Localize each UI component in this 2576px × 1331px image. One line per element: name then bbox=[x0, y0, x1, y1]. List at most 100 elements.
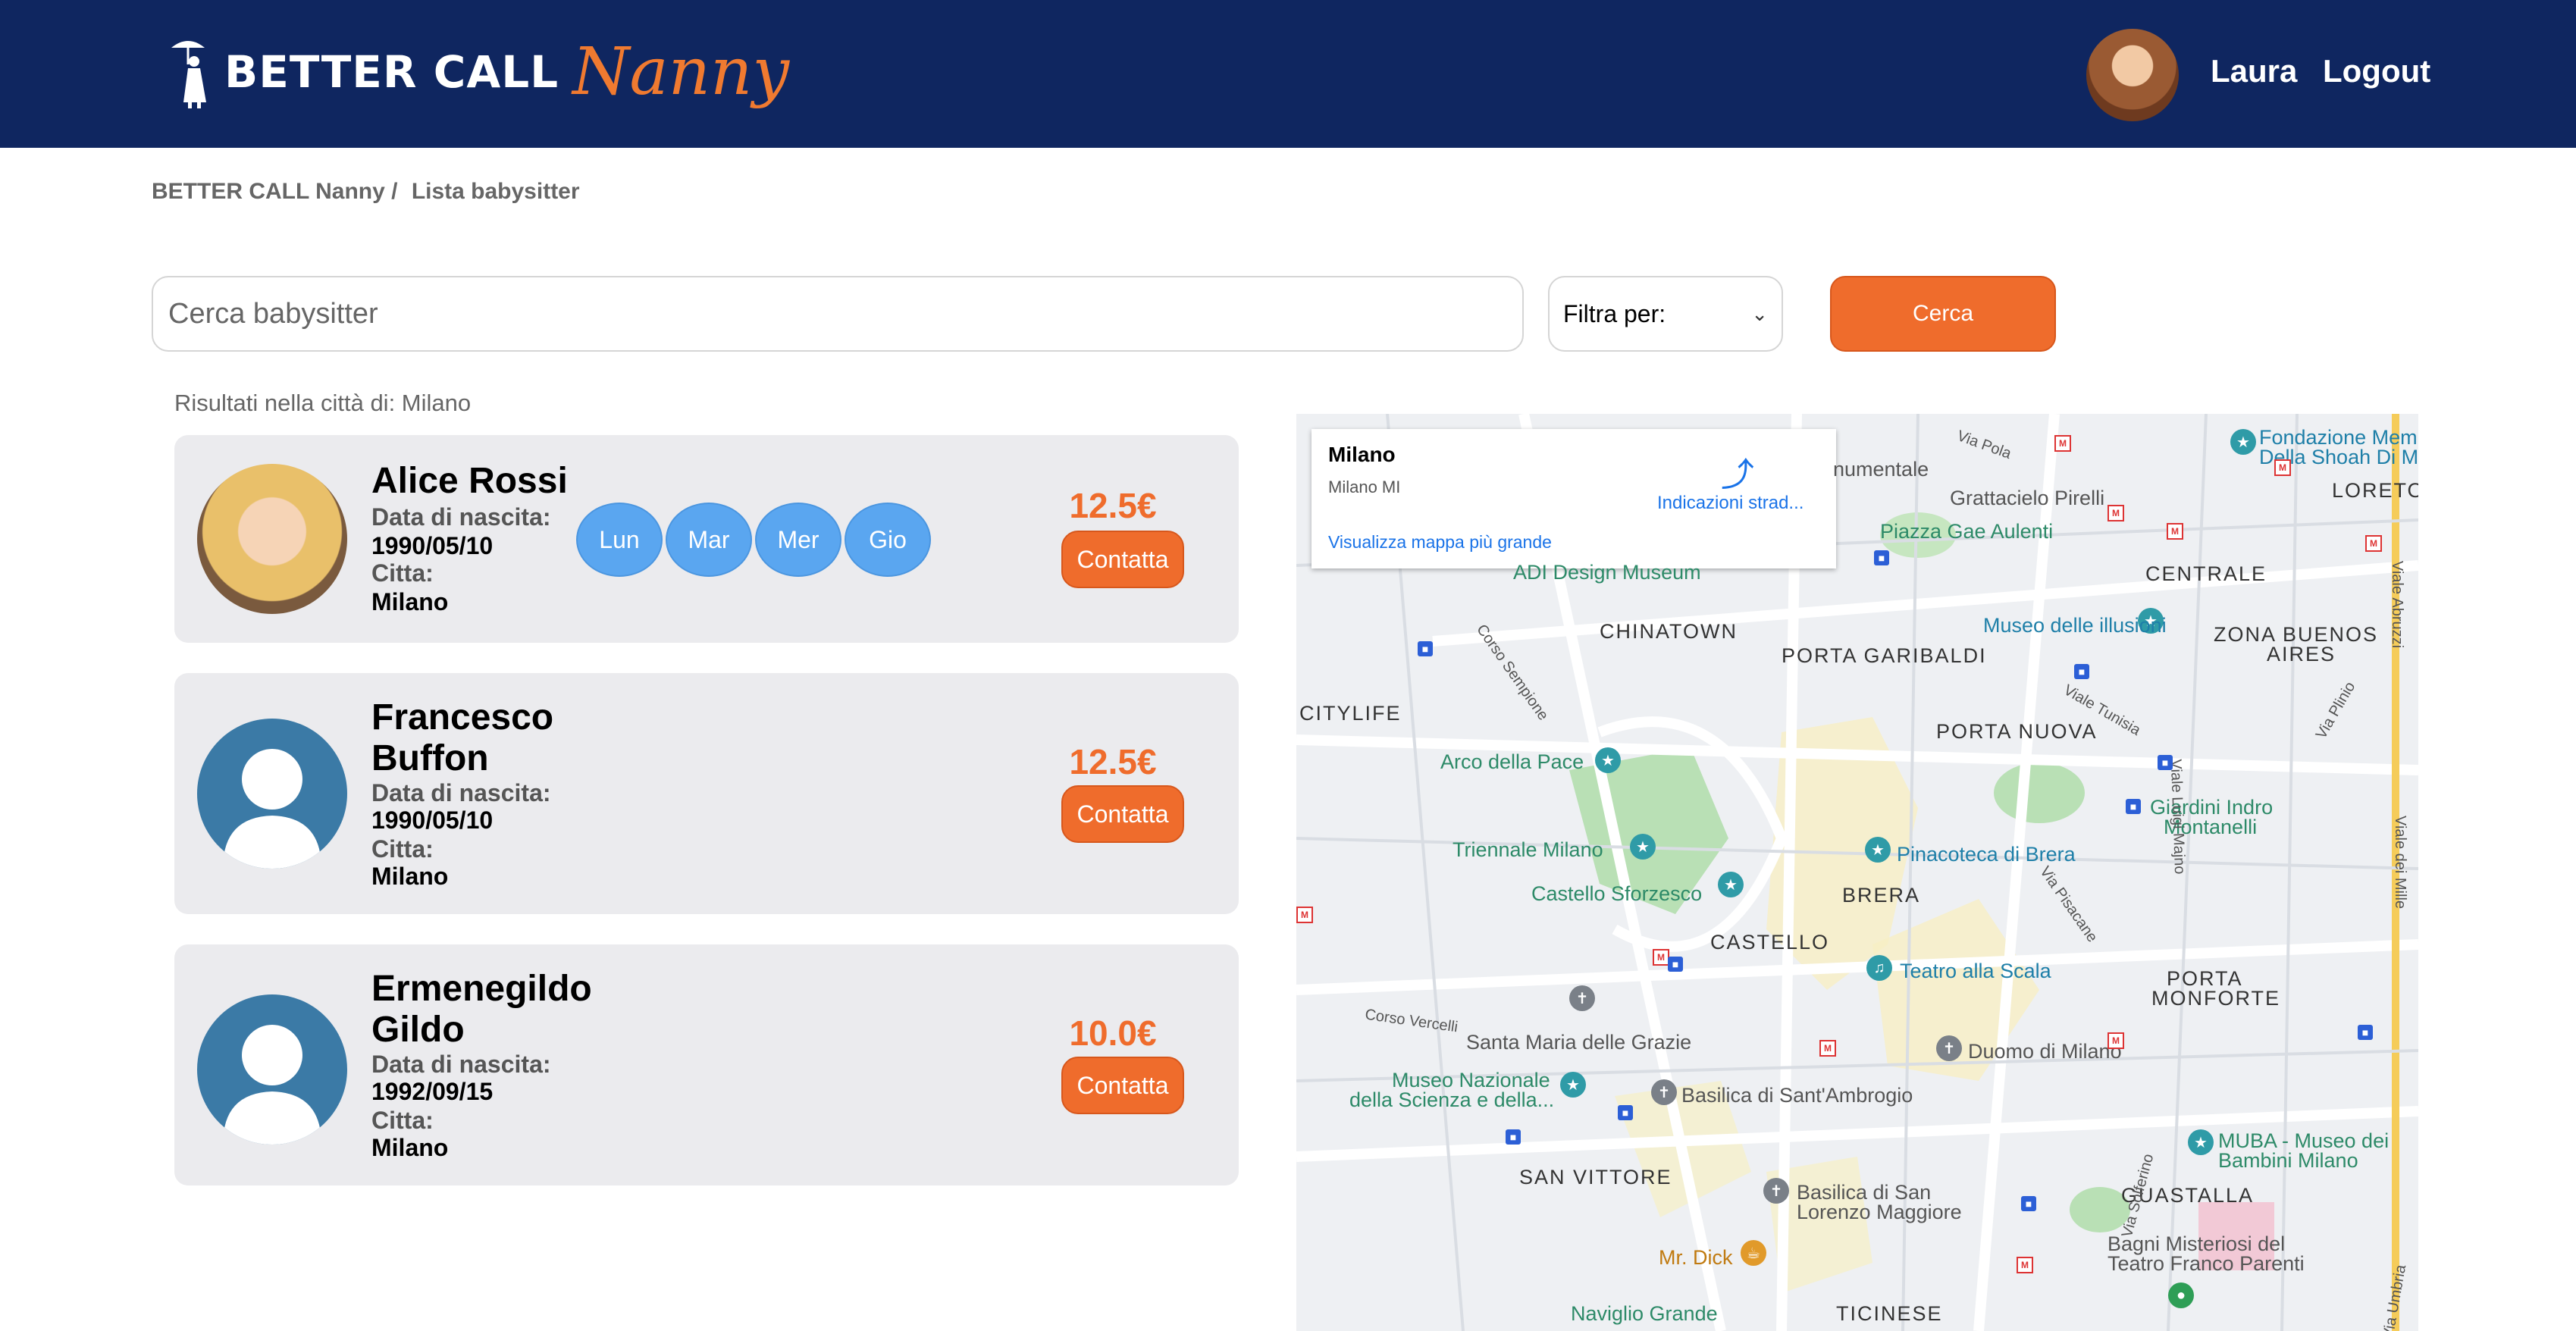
user-name-link[interactable]: Laura bbox=[2211, 53, 2297, 89]
landmark-pin-icon[interactable]: ★ bbox=[1595, 747, 1621, 773]
music-pin-icon[interactable]: ♫ bbox=[1866, 955, 1892, 981]
metro-station-icon[interactable]: M bbox=[2017, 1257, 2033, 1273]
map-district-label: MONFORTE bbox=[2151, 987, 2280, 1010]
metro-station-icon[interactable]: M bbox=[1819, 1040, 1836, 1057]
breadcrumb-home[interactable]: BETTER CALL Nanny / bbox=[152, 179, 397, 204]
map-poi-label: Bambini Milano bbox=[2218, 1149, 2358, 1172]
metro-station-icon[interactable]: M bbox=[1653, 949, 1669, 966]
map-district-label: LORETO bbox=[2332, 479, 2418, 502]
museum-pin-icon[interactable]: ★ bbox=[2188, 1129, 2214, 1155]
map-poi-label: Basilica di Sant'Ambrogio bbox=[1681, 1084, 1913, 1107]
restaurant-pin-icon[interactable]: ☕ bbox=[1741, 1240, 1766, 1266]
city-label: Citta: bbox=[371, 835, 434, 863]
user-avatar[interactable] bbox=[2086, 29, 2179, 121]
bus-stop-icon[interactable]: ■ bbox=[1506, 1129, 1521, 1145]
church-pin-icon[interactable]: ✝ bbox=[1569, 985, 1595, 1011]
bus-stop-icon[interactable]: ■ bbox=[1618, 1105, 1633, 1120]
contact-button[interactable]: Contatta bbox=[1061, 1057, 1184, 1114]
day-badge: Mer bbox=[755, 503, 841, 577]
map-poi-label: Lorenzo Maggiore bbox=[1797, 1201, 1962, 1223]
bus-stop-icon[interactable]: ■ bbox=[2126, 799, 2141, 814]
museum-pin-icon[interactable]: ★ bbox=[1865, 837, 1891, 863]
church-pin-icon[interactable]: ✝ bbox=[1651, 1079, 1677, 1105]
view-larger-map-link[interactable]: Visualizza mappa più grande bbox=[1328, 532, 1552, 553]
map-poi-label: Santa Maria delle Grazie bbox=[1466, 1031, 1692, 1054]
bus-stop-icon[interactable]: ■ bbox=[2074, 664, 2089, 679]
birth-date-label: Data di nascita: bbox=[371, 1051, 551, 1078]
map-district-label: TICINESE bbox=[1836, 1302, 1943, 1325]
metro-station-icon[interactable]: M bbox=[1296, 907, 1313, 923]
metro-station-icon[interactable]: M bbox=[2274, 459, 2291, 476]
babysitter-avatar bbox=[197, 719, 347, 869]
birth-date-label: Data di nascita: bbox=[371, 503, 551, 531]
filter-select-label: Filtra per: bbox=[1563, 299, 1666, 327]
bus-stop-icon[interactable]: ■ bbox=[1874, 550, 1889, 565]
map-poi-label: Grattacielo Pirelli bbox=[1950, 487, 2105, 509]
contact-button[interactable]: Contatta bbox=[1061, 531, 1184, 588]
search-button[interactable]: Cerca bbox=[1830, 276, 2056, 352]
location-pin-icon[interactable]: ● bbox=[2168, 1282, 2194, 1308]
city-value: Milano bbox=[371, 863, 449, 890]
google-map[interactable]: Milano Milano MI ⤴ Indicazioni strad... … bbox=[1296, 414, 2418, 1331]
map-poi-label: Castello Sforzesco bbox=[1531, 882, 1703, 905]
default-user-icon bbox=[223, 1025, 321, 1145]
landmark-pin-icon[interactable]: ★ bbox=[1718, 872, 1744, 897]
city-value: Milano bbox=[371, 588, 449, 615]
map-district-label: PORTA NUOVA bbox=[1936, 720, 2098, 743]
map-poi-label: Naviglio Grande bbox=[1571, 1302, 1718, 1325]
city-label: Citta: bbox=[371, 559, 434, 587]
church-pin-icon[interactable]: ✝ bbox=[1936, 1035, 1962, 1061]
map-poi-label: numentale bbox=[1833, 458, 1929, 481]
breadcrumb: BETTER CALL Nanny / Lista babysitter bbox=[152, 179, 588, 205]
map-poi-label: della Scienza e della... bbox=[1349, 1088, 1555, 1111]
directions-icon[interactable]: ⤴ bbox=[1721, 447, 1754, 496]
birth-date-value: 1990/05/10 bbox=[371, 806, 494, 834]
availability-days: Lun Mar Mer Gio bbox=[576, 503, 931, 577]
bus-stop-icon[interactable]: ■ bbox=[2158, 755, 2173, 770]
map-district-label: SAN VITTORE bbox=[1519, 1166, 1672, 1189]
babysitter-card: Francesco Buffon Data di nascita: 1990/0… bbox=[174, 673, 1239, 914]
museum-pin-icon[interactable]: ★ bbox=[2230, 429, 2256, 455]
metro-station-icon[interactable]: M bbox=[2107, 505, 2124, 521]
contact-button[interactable]: Contatta bbox=[1061, 785, 1184, 843]
map-district-label: CHINATOWN bbox=[1600, 620, 1738, 643]
brand-logo[interactable]: BETTER CALL Nanny bbox=[165, 34, 789, 110]
city-value: Milano bbox=[371, 1134, 449, 1161]
day-badge: Mar bbox=[666, 503, 752, 577]
birth-date-value: 1990/05/10 bbox=[371, 532, 494, 559]
map-poi-label: Mr. Dick bbox=[1659, 1246, 1733, 1269]
bus-stop-icon[interactable]: ■ bbox=[1418, 641, 1433, 656]
map-info-subtitle: Milano MI bbox=[1328, 478, 1401, 496]
metro-station-icon[interactable]: M bbox=[2107, 1032, 2124, 1049]
breadcrumb-current: Lista babysitter bbox=[411, 179, 580, 204]
map-info-card: Milano Milano MI ⤴ Indicazioni strad... … bbox=[1312, 429, 1836, 568]
search-input[interactable] bbox=[152, 276, 1524, 352]
map-poi-label: Teatro alla Scala bbox=[1900, 960, 2051, 982]
filter-select[interactable]: Filtra per: ⌄ bbox=[1548, 276, 1783, 352]
bus-stop-icon[interactable]: ■ bbox=[2021, 1196, 2036, 1211]
directions-link[interactable]: Indicazioni strad... bbox=[1657, 493, 1804, 514]
bus-stop-icon[interactable]: ■ bbox=[1668, 957, 1683, 972]
map-district-label: BRERA bbox=[1842, 884, 1921, 907]
city-label: Citta: bbox=[371, 1107, 434, 1134]
bus-stop-icon[interactable]: ■ bbox=[2358, 1025, 2373, 1040]
babysitter-avatar bbox=[197, 994, 347, 1145]
museum-pin-icon[interactable]: ★ bbox=[1630, 834, 1656, 860]
map-district-label: PORTA GARIBALDI bbox=[1782, 644, 1987, 667]
church-pin-icon[interactable]: ✝ bbox=[1763, 1178, 1789, 1204]
brand-main-text: BETTER CALL bbox=[224, 46, 559, 98]
museum-pin-icon[interactable]: ★ bbox=[1560, 1072, 1586, 1098]
map-poi-label: Teatro Franco Parenti bbox=[2107, 1252, 2305, 1275]
nanny-umbrella-icon bbox=[171, 41, 206, 108]
birth-date-value: 1992/09/15 bbox=[371, 1078, 494, 1105]
logout-link[interactable]: Logout bbox=[2323, 53, 2430, 89]
metro-station-icon[interactable]: M bbox=[2167, 523, 2183, 540]
metro-station-icon[interactable]: M bbox=[2054, 435, 2071, 452]
babysitter-card: Alice Rossi Data di nascita: 1990/05/10 … bbox=[174, 435, 1239, 643]
map-poi-label: Museo delle illusioni bbox=[1983, 614, 2167, 637]
map-street-label: Viale Abruzzi bbox=[2389, 560, 2406, 649]
results-city-label: Risultati nella città di: Milano bbox=[174, 390, 472, 416]
metro-station-icon[interactable]: M bbox=[2365, 535, 2382, 552]
map-district-label: CITYLIFE bbox=[1299, 702, 1402, 725]
babysitter-name: Francesco Buffon bbox=[371, 697, 554, 778]
